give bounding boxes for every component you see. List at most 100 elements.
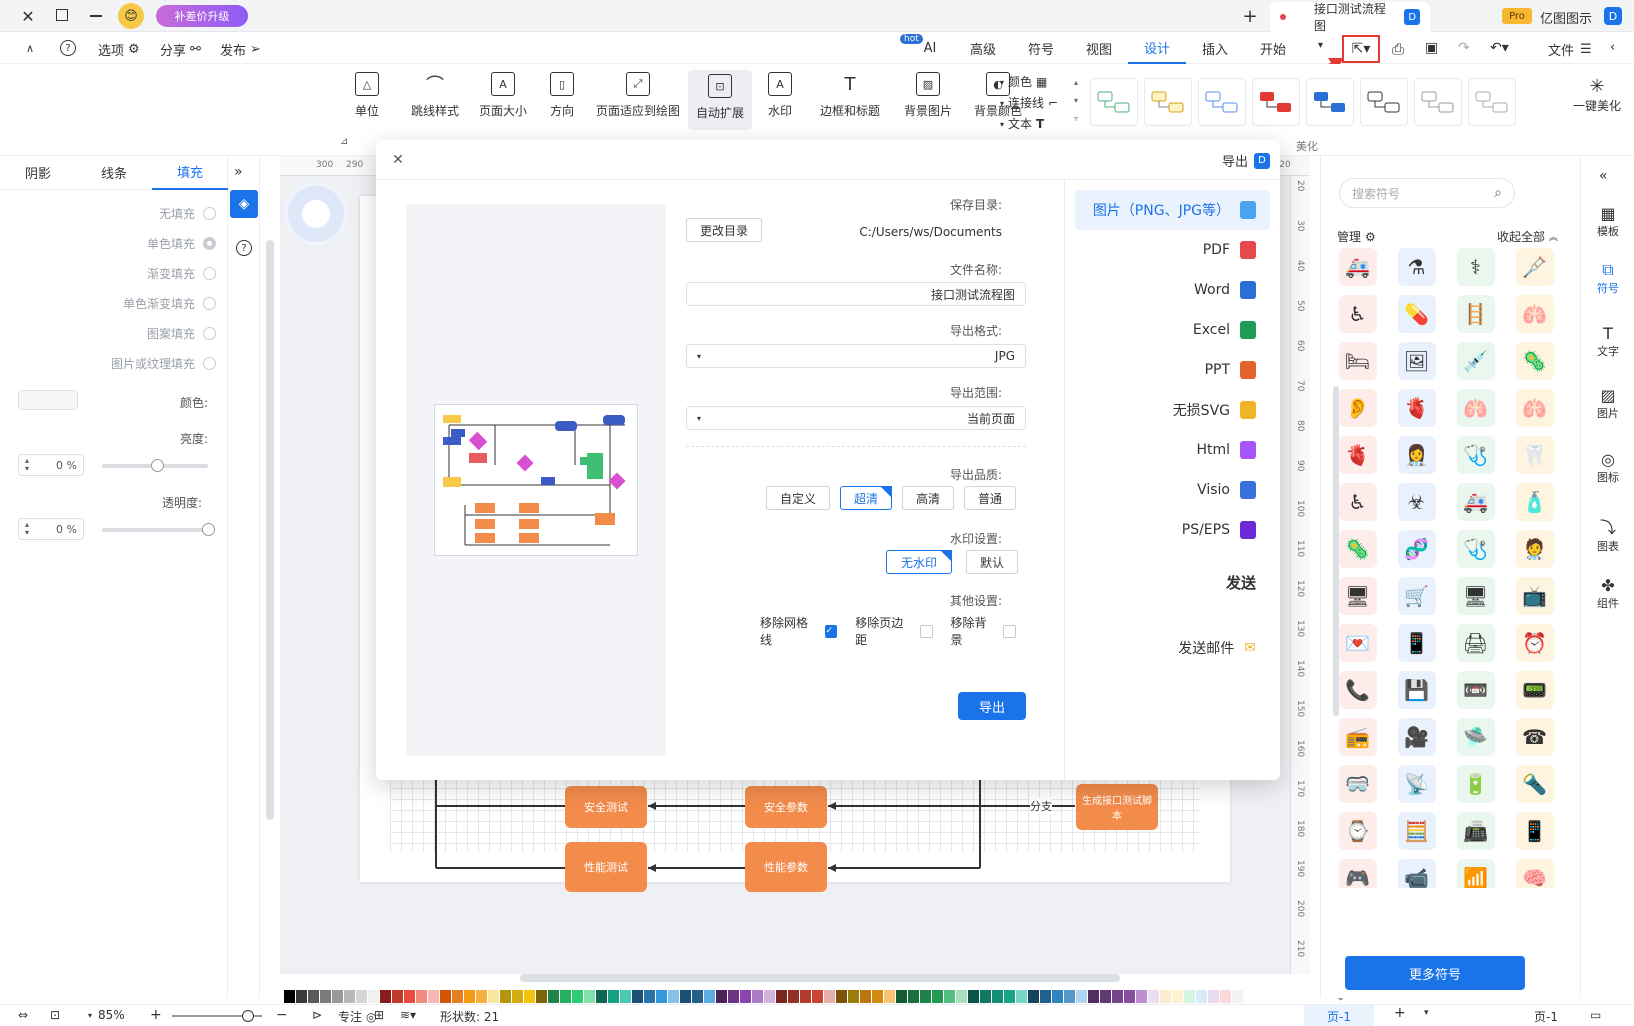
- symbol-shape-icon[interactable]: 🛸: [1456, 718, 1495, 756]
- fill-option-none[interactable]: 无填充: [100, 198, 216, 228]
- export-format-item[interactable]: 无损SVG: [1065, 390, 1280, 430]
- symbol-shape-icon[interactable]: 🩺: [1456, 530, 1495, 568]
- ribbon-dialog-launcher-icon[interactable]: ⊿: [340, 136, 348, 147]
- watermark-none-button[interactable]: 无水印: [886, 550, 952, 574]
- color-swatch[interactable]: [572, 989, 583, 1003]
- brightness-slider[interactable]: [102, 459, 208, 472]
- color-swatch[interactable]: [968, 989, 979, 1003]
- color-swatch[interactable]: [704, 989, 715, 1003]
- color-swatch[interactable]: [284, 989, 295, 1003]
- color-picker[interactable]: [18, 390, 78, 410]
- export-format-item[interactable]: 图片（PNG、JPG等）: [1075, 190, 1270, 230]
- style-option[interactable]: [1360, 78, 1408, 126]
- options-menu[interactable]: 选项 ⚙: [98, 40, 140, 59]
- theme-text-item[interactable]: ▾ 文本 T: [1000, 114, 1060, 135]
- symbol-shape-icon[interactable]: 🔋: [1456, 765, 1495, 803]
- color-swatch[interactable]: [644, 989, 655, 1003]
- symbol-shape-icon[interactable]: 🖥: [1456, 577, 1495, 615]
- color-swatch[interactable]: [296, 989, 307, 1003]
- color-swatch[interactable]: [620, 989, 631, 1003]
- color-swatch[interactable]: [1208, 989, 1219, 1003]
- color-swatch[interactable]: [584, 989, 595, 1003]
- color-swatch[interactable]: [1016, 989, 1027, 1003]
- color-swatch[interactable]: [788, 989, 799, 1003]
- color-swatch[interactable]: [1124, 989, 1135, 1003]
- color-swatch[interactable]: [932, 989, 943, 1003]
- color-swatch[interactable]: [1160, 989, 1171, 1003]
- color-swatch[interactable]: [428, 989, 439, 1003]
- color-swatch[interactable]: [380, 989, 391, 1003]
- file-menu[interactable]: 文件 ☰: [1548, 40, 1592, 59]
- symbol-shape-icon[interactable]: 🛏: [1338, 342, 1377, 380]
- symbol-shape-icon[interactable]: 🖨: [1456, 624, 1495, 662]
- symbol-shape-icon[interactable]: ⚗: [1397, 248, 1436, 286]
- document-tab[interactable]: 接口测试流程图 D: [1270, 2, 1430, 33]
- nav-back-icon[interactable]: ‹: [1610, 40, 1615, 55]
- color-swatch[interactable]: [764, 989, 775, 1003]
- side-tab-charts[interactable]: ⤵ 图表: [1581, 514, 1634, 554]
- fill-option-single-gradient[interactable]: 单色渐变填充: [100, 288, 216, 318]
- symbol-shape-icon[interactable]: 💾: [1397, 671, 1436, 709]
- color-swatch[interactable]: [560, 989, 571, 1003]
- side-tab-components[interactable]: ✤ 组件: [1581, 576, 1634, 611]
- symbol-shape-icon[interactable]: 👩‍⚕️: [1397, 436, 1436, 474]
- color-swatch[interactable]: [992, 989, 1003, 1003]
- remove-grid-checkbox[interactable]: 移除网格线 ✓: [760, 614, 838, 648]
- redo-icon[interactable]: ↷: [1458, 40, 1470, 56]
- color-swatch[interactable]: [1076, 989, 1087, 1003]
- color-swatch[interactable]: [884, 989, 895, 1003]
- style-option[interactable]: [1090, 78, 1138, 126]
- color-swatch[interactable]: [332, 989, 343, 1003]
- transparency-slider-handle[interactable]: [202, 523, 215, 536]
- change-dir-button[interactable]: 更改目录: [686, 218, 762, 242]
- send-email-item[interactable]: 发送邮件 ✉: [1065, 628, 1280, 668]
- quality-custom-button[interactable]: 自定义: [766, 486, 830, 510]
- export-format-item[interactable]: Excel: [1065, 310, 1280, 350]
- help-circle-icon[interactable]: ?: [236, 240, 252, 256]
- color-swatch[interactable]: [692, 989, 703, 1003]
- side-tab-icons[interactable]: ◎ 图标: [1581, 450, 1634, 485]
- color-swatch[interactable]: [404, 989, 415, 1003]
- symbol-shape-icon[interactable]: 📱: [1397, 624, 1436, 662]
- export-format-item[interactable]: Html: [1065, 430, 1280, 470]
- symbol-shape-icon[interactable]: 🖥: [1338, 577, 1377, 615]
- tab-ai[interactable]: AI hot: [900, 32, 954, 64]
- upgrade-button[interactable]: 补差价升级: [156, 5, 248, 27]
- symbol-shape-icon[interactable]: 🧠: [1515, 859, 1554, 888]
- symbol-shape-icon[interactable]: 📟: [1515, 671, 1554, 709]
- color-swatch[interactable]: [1136, 989, 1147, 1003]
- background-image-button[interactable]: ▨ 背景图片: [894, 72, 962, 128]
- tab-design[interactable]: 设计: [1128, 32, 1186, 64]
- jump-style-button[interactable]: ⌒ 跳线样式: [400, 72, 470, 128]
- color-swatch[interactable]: [752, 989, 763, 1003]
- symbol-shape-icon[interactable]: 🦠: [1338, 530, 1377, 568]
- filename-input[interactable]: 接口测试流程图: [686, 282, 1026, 306]
- symbol-shape-icon[interactable]: 🚑: [1456, 483, 1495, 521]
- color-swatch[interactable]: [848, 989, 859, 1003]
- symbol-shape-icon[interactable]: 🎥: [1397, 718, 1436, 756]
- quality-ultra-button[interactable]: 超清: [840, 486, 892, 510]
- export-button[interactable]: 导出: [958, 692, 1026, 720]
- symbol-shape-icon[interactable]: 📺: [1515, 577, 1554, 615]
- fill-option-solid[interactable]: 单色填充: [100, 228, 216, 258]
- color-swatch[interactable]: [452, 989, 463, 1003]
- tab-symbols[interactable]: 符号: [1012, 32, 1070, 64]
- collapse-ribbon-icon[interactable]: ∧: [22, 40, 38, 56]
- color-swatch[interactable]: [1184, 989, 1195, 1003]
- border-title-button[interactable]: T 边框和标题: [808, 72, 892, 128]
- fill-option-picture[interactable]: 图片或纹理填充: [100, 348, 216, 378]
- export-format-item[interactable]: Visio: [1065, 470, 1280, 510]
- color-swatch[interactable]: [1064, 989, 1075, 1003]
- color-swatch[interactable]: [980, 989, 991, 1003]
- symbol-shape-icon[interactable]: 👂: [1338, 389, 1377, 427]
- brightness-slider-handle[interactable]: [151, 459, 165, 472]
- symbol-shape-icon[interactable]: 📡: [1397, 765, 1436, 803]
- tab-line[interactable]: 线条: [76, 156, 152, 190]
- page-list-icon[interactable]: ▭: [1590, 1008, 1601, 1022]
- symbol-shape-icon[interactable]: 🧴: [1515, 483, 1554, 521]
- style-option[interactable]: [1468, 78, 1516, 126]
- color-swatch[interactable]: [896, 989, 907, 1003]
- style-option[interactable]: [1198, 78, 1246, 126]
- color-swatch[interactable]: [1172, 989, 1183, 1003]
- symbol-shape-icon[interactable]: 📱: [1515, 812, 1554, 850]
